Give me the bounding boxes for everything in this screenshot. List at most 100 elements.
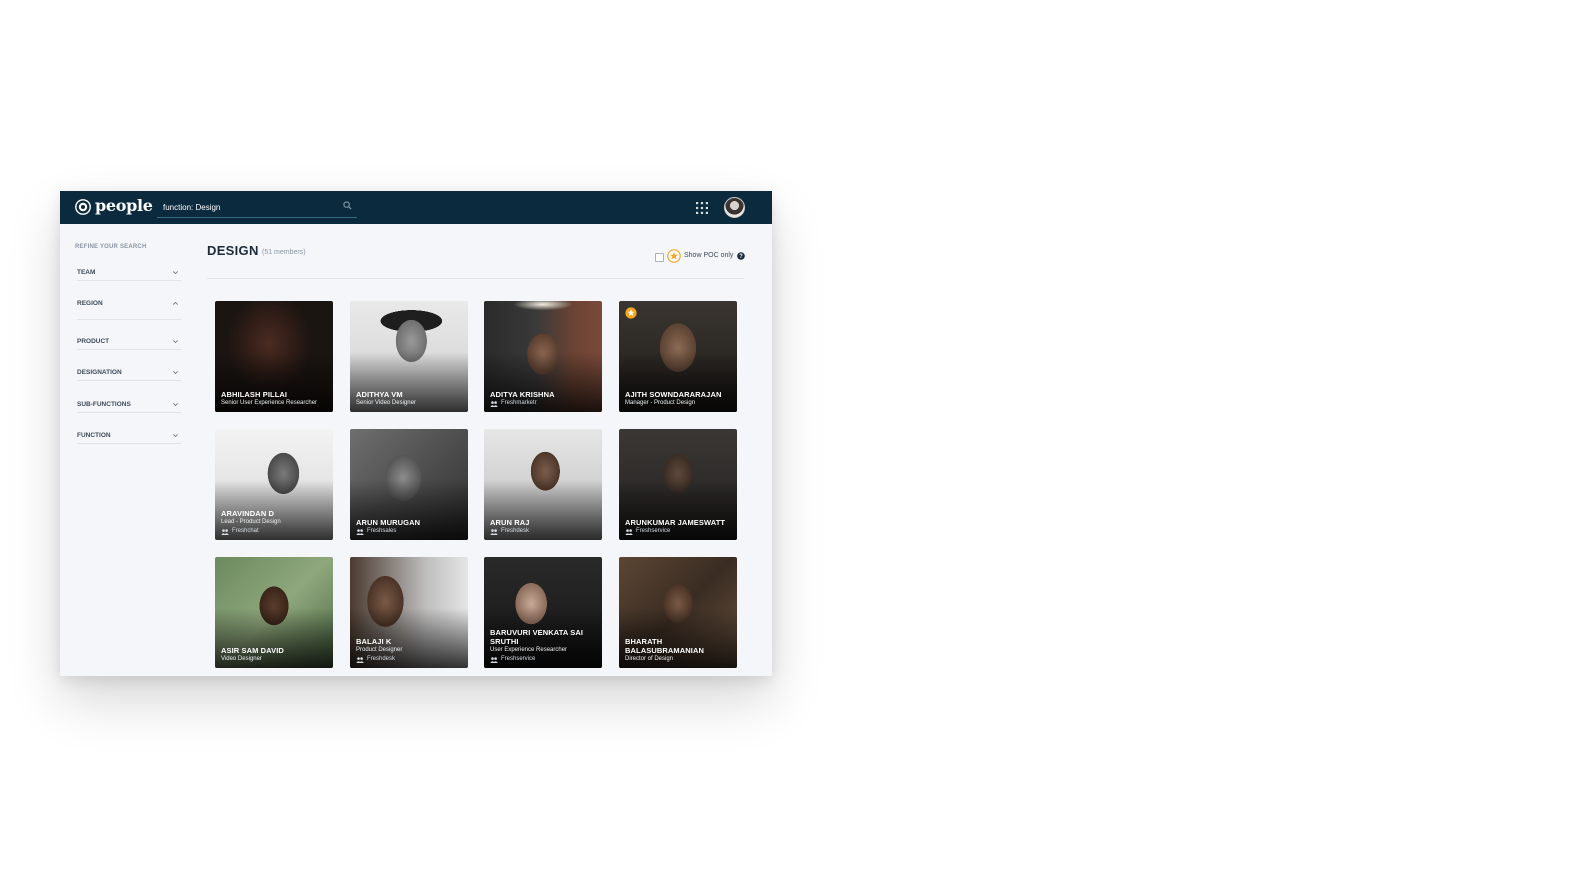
- show-poc-label[interactable]: Show POC only: [684, 252, 733, 259]
- people-app-window: people REFINE YOUR SEARCH TEAM REGION PR…: [60, 191, 772, 676]
- user-avatar[interactable]: [724, 197, 745, 218]
- team-icon: [625, 528, 633, 535]
- search-input[interactable]: [157, 199, 343, 215]
- person-role: Video Designer: [221, 656, 262, 662]
- person-role: Senior User Experience Researcher: [221, 400, 318, 406]
- chevron-down-icon: [173, 371, 178, 375]
- person-team-label: Freshservice: [501, 656, 536, 662]
- search-bar[interactable]: [157, 197, 357, 218]
- person-team: Freshsales: [356, 527, 464, 536]
- person-team: Freshchat: [221, 527, 329, 536]
- person-name: ARUN RAJ: [490, 518, 530, 527]
- page-title: DESIGN: [207, 243, 259, 258]
- person-team-label: Freshmarketr: [501, 400, 537, 406]
- person-card[interactable]: ARUN MURUGAN Freshsales: [350, 429, 468, 540]
- person-team: Freshmarketr: [490, 399, 598, 408]
- sidebar-title: REFINE YOUR SEARCH: [75, 244, 147, 250]
- person-name: BHARATH BALASUBRAMANIAN: [625, 637, 704, 655]
- header-divider: [207, 278, 744, 279]
- person-name: ASIR SAM DAVID: [221, 646, 284, 655]
- person-info: ARUN RAJ Freshdesk: [490, 518, 598, 536]
- filter-sub-functions[interactable]: SUB-FUNCTIONS: [77, 398, 181, 413]
- person-team-label: Freshsales: [367, 528, 397, 534]
- person-team-label: Freshdesk: [367, 656, 396, 662]
- person-card[interactable]: BARUVURI VENKATA SAI SRUTHI User Experie…: [484, 557, 602, 668]
- person-info: BARUVURI VENKATA SAI SRUTHI User Experie…: [490, 628, 598, 664]
- person-team-label: Freshservice: [636, 528, 671, 534]
- person-team-label: Freshdesk: [501, 528, 530, 534]
- person-name: BALAJI K: [356, 637, 392, 646]
- person-card[interactable]: ADITHYA VM Senior Video Designer: [350, 301, 468, 412]
- team-icon: [356, 656, 364, 663]
- filter-function[interactable]: FUNCTION: [77, 429, 181, 444]
- chevron-down-icon: [173, 271, 178, 275]
- person-info: ARUN MURUGAN Freshsales: [356, 518, 464, 536]
- team-icon: [490, 400, 498, 407]
- person-team: Freshservice: [490, 655, 598, 664]
- team-icon: [490, 528, 498, 535]
- app-logo-text[interactable]: people: [95, 196, 153, 216]
- person-name: ABHILASH PILLAI: [221, 390, 288, 399]
- filter-region[interactable]: REGION: [77, 297, 181, 320]
- person-info: BHARATH BALASUBRAMANIAN Director of Desi…: [625, 637, 733, 664]
- person-name: ARAVINDAN D: [221, 509, 275, 518]
- person-info: ARAVINDAN D Lead - Product Design Freshc…: [221, 509, 329, 536]
- person-card[interactable]: ARAVINDAN D Lead - Product Design Freshc…: [215, 429, 333, 540]
- filter-label: FUNCTION: [77, 432, 111, 439]
- person-role: Lead - Product Design: [221, 519, 281, 525]
- filter-label: TEAM: [77, 269, 96, 276]
- show-poc-checkbox[interactable]: [655, 253, 664, 262]
- person-team: Freshdesk: [356, 655, 464, 664]
- chevron-up-icon: [173, 301, 178, 305]
- person-card[interactable]: ARUNKUMAR JAMESWATT Freshservice: [619, 429, 737, 540]
- person-name: BARUVURI VENKATA SAI SRUTHI: [490, 628, 584, 646]
- person-info: AJITH SOWNDARARAJAN Manager - Product De…: [625, 390, 733, 408]
- filter-label: DESIGNATION: [77, 369, 122, 376]
- person-role: Manager - Product Design: [625, 400, 696, 406]
- person-card[interactable]: ARUN RAJ Freshdesk: [484, 429, 602, 540]
- member-count: (51 members): [262, 249, 306, 256]
- person-role: Director of Design: [625, 656, 674, 662]
- person-name: ARUNKUMAR JAMESWATT: [625, 518, 726, 527]
- person-info: ASIR SAM DAVID Video Designer: [221, 646, 329, 664]
- filter-product[interactable]: PRODUCT: [77, 335, 181, 350]
- apps-grid-icon[interactable]: [696, 202, 708, 214]
- chevron-down-icon: [173, 434, 178, 438]
- svg-text:?: ?: [739, 254, 743, 260]
- team-icon: [490, 656, 498, 663]
- help-icon[interactable]: ?: [737, 252, 745, 260]
- people-logo-icon: [75, 199, 91, 215]
- filter-designation[interactable]: DESIGNATION: [77, 366, 181, 381]
- top-bar: people: [60, 191, 772, 224]
- person-card[interactable]: AJITH SOWNDARARAJAN Manager - Product De…: [619, 301, 737, 412]
- chevron-down-icon: [173, 403, 178, 407]
- person-role: Product Designer: [356, 647, 403, 653]
- person-info: BALAJI K Product Designer Freshdesk: [356, 637, 464, 664]
- person-role: Senior Video Designer: [356, 400, 416, 406]
- person-card[interactable]: ADITYA KRISHNA Freshmarketr: [484, 301, 602, 412]
- person-card[interactable]: BALAJI K Product Designer Freshdesk: [350, 557, 468, 668]
- person-team-label: Freshchat: [232, 528, 259, 534]
- search-icon[interactable]: [343, 201, 352, 210]
- person-name: AJITH SOWNDARARAJAN: [625, 390, 722, 399]
- person-team: Freshservice: [625, 527, 733, 536]
- filter-label: REGION: [77, 300, 103, 307]
- person-card[interactable]: ASIR SAM DAVID Video Designer: [215, 557, 333, 668]
- person-role: User Experience Researcher: [490, 647, 568, 653]
- person-name: ADITYA KRISHNA: [490, 390, 555, 399]
- filter-label: PRODUCT: [77, 338, 110, 345]
- chevron-down-icon: [173, 340, 178, 344]
- person-info: ARUNKUMAR JAMESWATT Freshservice: [625, 518, 733, 536]
- person-name: ADITHYA VM: [356, 390, 403, 399]
- person-team: Freshdesk: [490, 527, 598, 536]
- person-card[interactable]: BHARATH BALASUBRAMANIAN Director of Desi…: [619, 557, 737, 668]
- team-icon: [221, 528, 229, 535]
- person-name: ARUN MURUGAN: [356, 518, 421, 527]
- person-info: ADITYA KRISHNA Freshmarketr: [490, 390, 598, 408]
- person-info: ADITHYA VM Senior Video Designer: [356, 390, 464, 408]
- filter-team[interactable]: TEAM: [77, 266, 181, 281]
- team-icon: [356, 528, 364, 535]
- filter-label: SUB-FUNCTIONS: [77, 401, 131, 408]
- poc-star-icon: [625, 307, 637, 319]
- person-card[interactable]: ABHILASH PILLAI Senior User Experience R…: [215, 301, 333, 412]
